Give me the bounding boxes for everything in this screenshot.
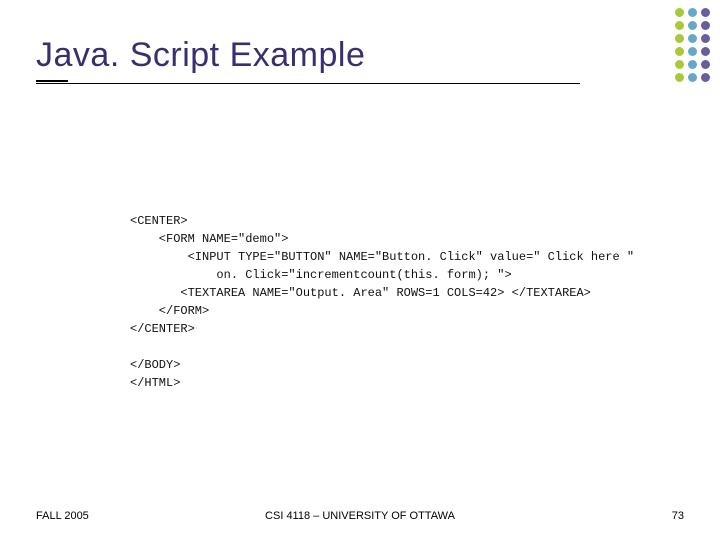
dot-icon xyxy=(701,34,710,43)
dot-icon xyxy=(675,60,684,69)
code-block: <CENTER> <FORM NAME="demo"> <INPUT TYPE=… xyxy=(130,212,660,392)
dot-icon xyxy=(688,73,697,82)
dot-column xyxy=(688,8,697,82)
dot-icon xyxy=(675,34,684,43)
dot-icon xyxy=(688,60,697,69)
dot-icon xyxy=(701,60,710,69)
title-underline-full xyxy=(36,83,580,84)
dot-icon xyxy=(675,47,684,56)
slide: Java. Script Example <CENTER> <FORM NAME… xyxy=(0,0,720,540)
dot-icon xyxy=(701,73,710,82)
dot-icon xyxy=(675,8,684,17)
footer: FALL 2005 CSI 4118 – UNIVERSITY OF OTTAW… xyxy=(36,510,684,522)
title-area: Java. Script Example xyxy=(36,36,580,84)
footer-center: CSI 4118 – UNIVERSITY OF OTTAWA xyxy=(36,510,684,522)
dot-icon xyxy=(675,21,684,30)
dot-column xyxy=(675,8,684,82)
dot-column xyxy=(701,8,710,82)
decorative-dots xyxy=(675,8,710,82)
dot-icon xyxy=(701,8,710,17)
dot-icon xyxy=(701,47,710,56)
dot-icon xyxy=(688,8,697,17)
dot-icon xyxy=(688,21,697,30)
slide-title: Java. Script Example xyxy=(36,36,580,77)
dot-icon xyxy=(688,47,697,56)
dot-icon xyxy=(675,73,684,82)
dot-icon xyxy=(688,34,697,43)
dot-icon xyxy=(701,21,710,30)
title-underline-short xyxy=(36,80,68,82)
